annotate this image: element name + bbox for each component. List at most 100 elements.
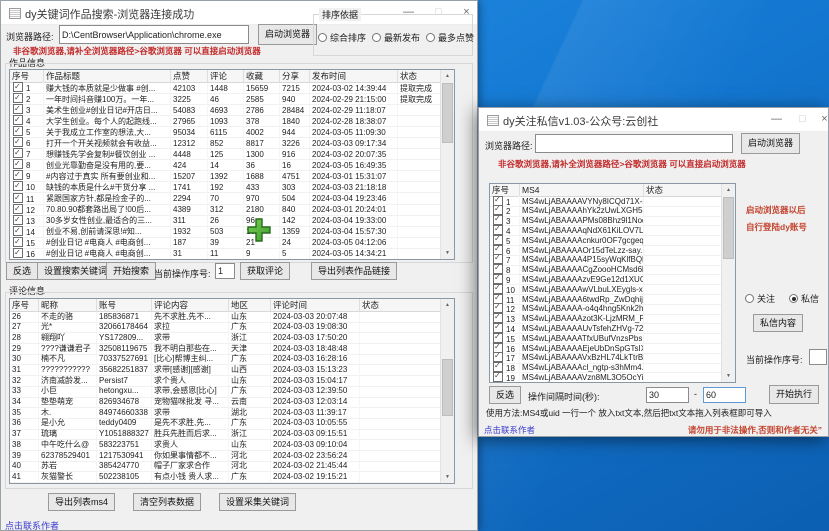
- close-button[interactable]: ×: [811, 108, 829, 131]
- row-checkbox[interactable]: [13, 248, 23, 258]
- table-row[interactable]: 10MS4wLjABAAAAwVLbuLXEygls-x...: [490, 285, 722, 295]
- row-checkbox[interactable]: [13, 181, 23, 191]
- table-row[interactable]: 8创业光靠勤奋是没有用的,要...4241436162024-03-05 16:…: [10, 160, 441, 171]
- clear-list-button[interactable]: 清空列表数据: [133, 493, 201, 511]
- row-checkbox[interactable]: [493, 254, 503, 264]
- launch-browser-button[interactable]: 启动浏览器: [258, 24, 317, 45]
- vertical-scrollbar[interactable]: ▲ ▼: [721, 184, 735, 382]
- row-checkbox[interactable]: [493, 362, 503, 372]
- table-row[interactable]: 18MS4wLjABAAAAcl_ngtp-s3hMm4...: [490, 364, 722, 374]
- table-row[interactable]: 1270.80.90都套路出局了!00后...43893122180840202…: [10, 205, 441, 216]
- vertical-scrollbar[interactable]: ▲ ▼: [440, 299, 454, 483]
- radio-sort-most-liked[interactable]: 最多点赞: [426, 31, 474, 44]
- row-checkbox[interactable]: [493, 235, 503, 245]
- table-row[interactable]: 3美术生创业#创业日记#开店日...5408346932786284842024…: [10, 105, 441, 116]
- column-header[interactable]: 昵称: [39, 299, 97, 312]
- table-row[interactable]: 5关于我成立工作室的想法,大...95034611540029442024-03…: [10, 127, 441, 138]
- column-header[interactable]: 状态: [360, 299, 441, 312]
- column-header[interactable]: 状态: [398, 70, 441, 83]
- column-header[interactable]: 收藏: [244, 70, 280, 83]
- table-row[interactable]: 31???????????35682251837求带[感谢][感谢]山西2024…: [10, 365, 441, 376]
- row-checkbox[interactable]: [493, 264, 503, 274]
- column-header[interactable]: 账号: [97, 299, 152, 312]
- table-row[interactable]: 7想赚钱先学会复制#餐饮创业 ...444812513009162024-03-…: [10, 149, 441, 160]
- table-row[interactable]: 33小巨hetongxu...求带,会感恩[比心]广东2024-03-03 12…: [10, 387, 441, 398]
- browser-path-input[interactable]: [535, 134, 733, 153]
- minimize-button[interactable]: —: [763, 108, 790, 131]
- row-checkbox[interactable]: [13, 137, 23, 147]
- table-row[interactable]: 11MS4wLjABAAAA6twdRp_ZwDqhij...: [490, 295, 722, 305]
- scroll-up-button[interactable]: ▲: [441, 70, 454, 82]
- table-row[interactable]: 3MS4wLjABAAAAPMs08Bhz9l1Nod...: [490, 217, 722, 227]
- start-execute-button[interactable]: 开始执行: [769, 385, 819, 404]
- table-row[interactable]: 37琉璃Y1051888327胜兵先胜而后求...浙江2024-03-03 09…: [10, 430, 441, 441]
- table-row[interactable]: 10缺钱的本质是什么#干货分享 ...17411924333032024-03-…: [10, 182, 441, 193]
- table-row[interactable]: 14MS4wLjABAAAAUvTsfehZHVg-72...: [490, 324, 722, 334]
- table-row[interactable]: 30楠不凡70337527691[比心]帮博主纠...广东2024-03-03 …: [10, 355, 441, 366]
- table-row[interactable]: 32济南减龄发...Persist7求个贵人山东2024-03-03 15:04…: [10, 376, 441, 387]
- column-header[interactable]: 点赞: [171, 70, 208, 83]
- row-checkbox[interactable]: [493, 313, 503, 323]
- table-row[interactable]: 34垫垫萌宠826934678宠物猫咪批发 寻...云南2024-03-03 1…: [10, 398, 441, 409]
- column-header[interactable]: 序号: [490, 184, 520, 197]
- row-checkbox[interactable]: [493, 274, 503, 284]
- radio-follow[interactable]: 关注: [745, 292, 775, 305]
- column-header[interactable]: 序号: [10, 70, 44, 83]
- export-ms4-button[interactable]: 导出列表ms4: [48, 493, 115, 511]
- row-checkbox[interactable]: [13, 104, 23, 114]
- row-checkbox[interactable]: [493, 196, 503, 206]
- table-row[interactable]: 6打开一个开关视频就会有收益...12312852881732262024-03…: [10, 138, 441, 149]
- row-checkbox[interactable]: [493, 245, 503, 255]
- table-row[interactable]: 39623785294011217530941你如果事情都不...河北2024-…: [10, 451, 441, 462]
- radio-sort-comprehensive[interactable]: 综合排序: [318, 31, 366, 44]
- column-header[interactable]: 地区: [229, 299, 271, 312]
- invert-selection-button[interactable]: 反选: [6, 262, 38, 280]
- row-checkbox[interactable]: [13, 215, 23, 225]
- scrollbar-thumb[interactable]: [442, 359, 453, 416]
- table-row[interactable]: 29????谦谦君子32508119675我不明白那些在...天津2024-03…: [10, 344, 441, 355]
- column-header[interactable]: 发布时间: [310, 70, 398, 83]
- table-row[interactable]: 14创业不易,创前请深思!#知...193250316213592024-03-…: [10, 227, 441, 238]
- row-checkbox[interactable]: [13, 170, 23, 180]
- table-row[interactable]: 12MS4wLjABAAAA-o4q4hng5Knk2h...: [490, 305, 722, 315]
- export-work-links-button[interactable]: 导出列表作品链接: [311, 262, 397, 280]
- table-row[interactable]: 15MS4wLjABAAAATfxUBufVnzsPbs...: [490, 334, 722, 344]
- radio-sort-newest[interactable]: 最新发布: [372, 31, 420, 44]
- row-checkbox[interactable]: [493, 225, 503, 235]
- row-checkbox[interactable]: [493, 343, 503, 353]
- dm-content-button[interactable]: 私信内容: [753, 314, 803, 332]
- table-row[interactable]: 4MS4wLjABAAAAqNdX61KiLOV7LE...: [490, 226, 722, 236]
- table-row[interactable]: 27光*32066178464求拉广东2024-03-03 19:08:30: [10, 323, 441, 334]
- radio-dm[interactable]: 私信: [789, 292, 819, 305]
- set-search-keywords-button[interactable]: 设置搜索关键词: [37, 262, 114, 280]
- scroll-down-button[interactable]: ▼: [441, 247, 454, 259]
- row-checkbox[interactable]: [493, 294, 503, 304]
- interval-from-input[interactable]: [646, 387, 689, 403]
- row-checkbox[interactable]: [493, 205, 503, 215]
- table-row[interactable]: 2一年时间抖音赚100万。一年...32254625859402024-02-2…: [10, 94, 441, 105]
- column-header[interactable]: 序号: [10, 299, 39, 312]
- row-checkbox[interactable]: [13, 93, 23, 103]
- table-row[interactable]: 2MS4wLjABAAAAhYk2zUwLXGH58V...: [490, 207, 722, 217]
- row-checkbox[interactable]: [13, 159, 23, 169]
- row-checkbox[interactable]: [13, 237, 23, 247]
- table-row[interactable]: 13MS4wLjABAAAAzot3K-LjzMRM_P...: [490, 315, 722, 325]
- get-comments-button[interactable]: 获取评论: [240, 262, 290, 280]
- table-row[interactable]: 9#内容过于真实 所有要创业和...152071392168847512024-…: [10, 171, 441, 182]
- table-row[interactable]: 15#创业日记 #电商人 #电商创...1873921242024-03-05 …: [10, 238, 441, 249]
- table-row[interactable]: 8MS4wLjABAAAACgZoooHCMsd6lm...: [490, 266, 722, 276]
- column-header[interactable]: 分享: [280, 70, 310, 83]
- row-checkbox[interactable]: [493, 303, 503, 313]
- vertical-scrollbar[interactable]: ▲ ▼: [440, 70, 454, 259]
- row-checkbox[interactable]: [13, 226, 23, 236]
- column-header[interactable]: 作品标题: [44, 70, 171, 83]
- table-row[interactable]: 1赚大钱的本质就是少做事 #创...4210314481565972152024…: [10, 83, 441, 94]
- row-checkbox[interactable]: [13, 204, 23, 214]
- column-header[interactable]: MS4: [520, 184, 644, 197]
- current-index-input[interactable]: [215, 263, 235, 279]
- row-checkbox[interactable]: [493, 333, 503, 343]
- row-checkbox[interactable]: [13, 115, 23, 125]
- table-row[interactable]: 28翱翔吖YS172809...求带浙江2024-03-03 17:50:20: [10, 333, 441, 344]
- scroll-up-button[interactable]: ▲: [722, 184, 735, 196]
- row-checkbox[interactable]: [13, 126, 23, 136]
